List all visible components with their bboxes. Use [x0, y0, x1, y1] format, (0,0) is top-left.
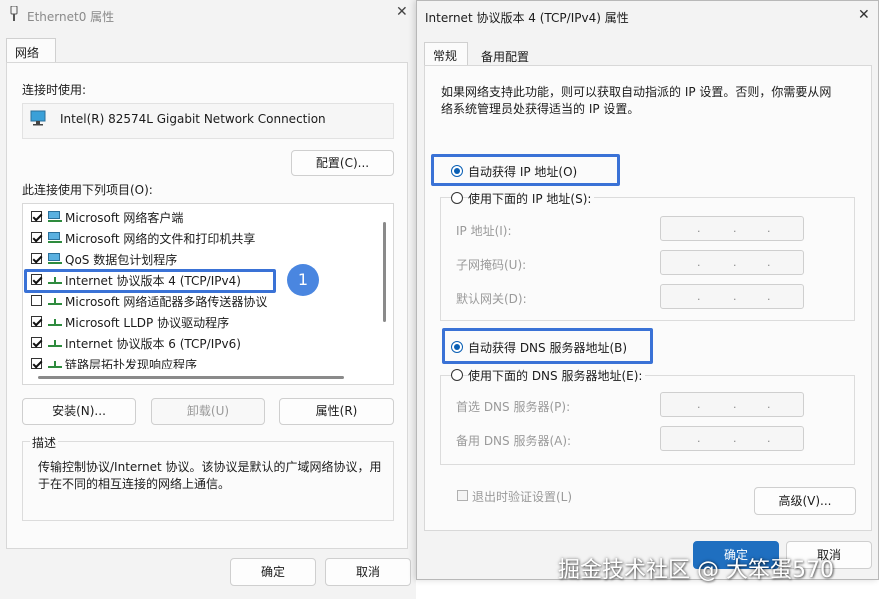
install-button[interactable]: 安装(N)...	[22, 398, 136, 425]
network-service-icon	[48, 253, 62, 264]
item-checkbox[interactable]	[31, 295, 42, 306]
list-item[interactable]: Microsoft 网络的文件和打印机共享	[22, 227, 377, 248]
item-label: QoS 数据包计划程序	[65, 253, 178, 267]
item-checkbox[interactable]	[31, 337, 42, 348]
ok-button[interactable]: 确定	[230, 558, 316, 586]
item-checkbox[interactable]	[31, 358, 42, 369]
network-share-icon	[48, 232, 62, 243]
close-icon[interactable]: ✕	[396, 4, 408, 20]
protocol-icon	[48, 358, 62, 369]
item-label: Microsoft 网络的文件和打印机共享	[65, 232, 256, 246]
item-label: Microsoft 网络客户端	[65, 211, 184, 225]
monitor-icon	[30, 110, 48, 129]
auto-dns-highlight	[442, 328, 653, 364]
protocol-icon	[48, 337, 62, 348]
tab-network[interactable]: 网络	[6, 38, 56, 63]
item-checkbox[interactable]	[31, 232, 42, 243]
properties-button[interactable]: 属性(R)	[279, 398, 394, 425]
use-ip-radio[interactable]	[451, 192, 463, 204]
gateway-field[interactable]: ...	[660, 284, 804, 309]
ethernet-properties-window: Ethernet0 属性 ✕ 网络 连接时使用: Intel(R) 82574L…	[0, 0, 416, 599]
item-label: 链路层拓扑发现响应程序	[65, 358, 198, 369]
gateway-label: 默认网关(D):	[456, 292, 527, 306]
item-checkbox[interactable]	[31, 211, 42, 222]
close-icon[interactable]: ✕	[858, 7, 870, 23]
info-text-1: 如果网络支持此功能，则可以获取自动指派的 IP 设置。否则，你需要从网	[441, 85, 832, 99]
alternate-dns-label: 备用 DNS 服务器(A):	[456, 434, 572, 448]
ipv4-properties-window: Internet 协议版本 4 (TCP/IPv4) 属性 ✕ 常规 备用配置 …	[416, 0, 879, 580]
item-checkbox[interactable]	[31, 253, 42, 264]
protocol-icon	[48, 316, 62, 327]
auto-ip-highlight	[431, 154, 620, 186]
item-label: Microsoft 网络适配器多路传送器协议	[65, 295, 268, 309]
tab-general[interactable]: 常规	[424, 42, 468, 66]
vertical-scrollbar[interactable]	[383, 222, 386, 322]
advanced-button[interactable]: 高级(V)...	[754, 487, 856, 515]
network-adapter-icon	[10, 5, 18, 22]
horizontal-scrollbar[interactable]	[38, 376, 344, 379]
items-label: 此连接使用下列项目(O):	[22, 183, 153, 197]
tab-alternate-config[interactable]: 备用配置	[481, 48, 529, 65]
ip-address-label: IP 地址(I):	[456, 224, 512, 238]
list-item[interactable]: Microsoft 网络适配器多路传送器协议	[22, 290, 377, 311]
list-item[interactable]: Microsoft 网络客户端	[22, 206, 377, 227]
use-dns-label[interactable]: 使用下面的 DNS 服务器地址(E):	[468, 367, 646, 384]
uninstall-button[interactable]: 卸载(U)	[151, 398, 265, 425]
subnet-field[interactable]: ...	[660, 250, 804, 275]
list-item[interactable]: Microsoft LLDP 协议驱动程序	[22, 311, 377, 332]
step-badge: 1	[287, 264, 319, 296]
configure-button[interactable]: 配置(C)...	[291, 150, 394, 176]
connect-using-label: 连接时使用:	[22, 83, 87, 97]
ip-address-field[interactable]: ...	[660, 216, 804, 241]
dns-group	[440, 375, 855, 465]
window-title: Internet 协议版本 4 (TCP/IPv4) 属性	[425, 11, 629, 25]
watermark: 掘金技术社区 @ 大笨蛋570	[558, 558, 834, 583]
list-item[interactable]: QoS 数据包计划程序	[22, 248, 377, 269]
description-text-2: 于在不同的相互连接的网络上通信。	[38, 477, 231, 491]
validate-checkbox[interactable]	[457, 490, 468, 501]
alternate-dns-field[interactable]: ...	[660, 426, 804, 451]
subnet-label: 子网掩码(U):	[456, 258, 527, 272]
preferred-dns-label: 首选 DNS 服务器(P):	[456, 400, 571, 414]
window-title: Ethernet0 属性	[27, 10, 115, 24]
item-checkbox[interactable]	[31, 316, 42, 327]
network-client-icon	[48, 211, 62, 222]
item-label: Microsoft LLDP 协议驱动程序	[65, 316, 230, 330]
ipv4-highlight	[24, 269, 276, 293]
list-item[interactable]: Internet 协议版本 6 (TCP/IPv6)	[22, 332, 377, 353]
item-label: Internet 协议版本 6 (TCP/IPv6)	[65, 337, 241, 351]
use-dns-radio[interactable]	[451, 369, 463, 381]
use-ip-label[interactable]: 使用下面的 IP 地址(S):	[468, 190, 595, 207]
cancel-button[interactable]: 取消	[325, 558, 411, 586]
preferred-dns-field[interactable]: ...	[660, 392, 804, 417]
description-text-1: 传输控制协议/Internet 协议。该协议是默认的广域网络协议，用	[38, 460, 382, 474]
protocol-icon	[48, 295, 62, 306]
info-text-2: 络系统管理员处获得适当的 IP 设置。	[441, 102, 640, 116]
description-label: 描述	[30, 434, 59, 451]
validate-label[interactable]: 退出时验证设置(L)	[472, 488, 572, 505]
list-item[interactable]: 链路层拓扑发现响应程序	[22, 353, 377, 369]
adapter-name: Intel(R) 82574L Gigabit Network Connecti…	[60, 112, 326, 126]
